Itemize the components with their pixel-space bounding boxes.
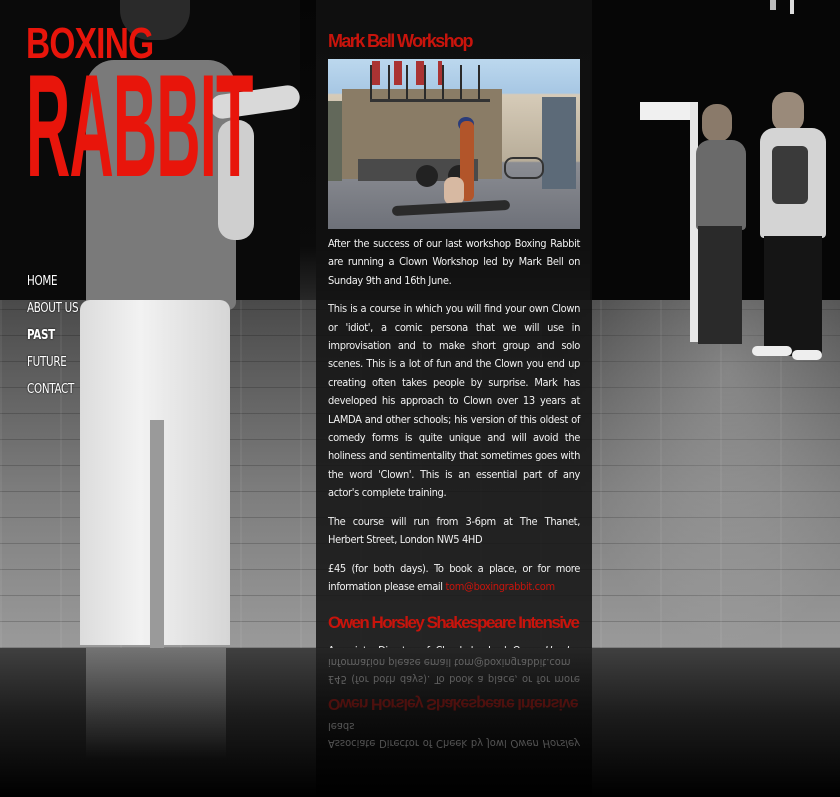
actor-head (772, 92, 804, 132)
email-link[interactable]: tom@boxingrabbit.com (446, 580, 556, 593)
nav-past[interactable]: PAST (27, 322, 78, 349)
reflected-text: £45 (for both days). To book a place, or… (328, 654, 580, 688)
actor-head (702, 104, 732, 142)
photo-bicycle (504, 157, 544, 179)
person-name: Owen Horsley (510, 737, 580, 750)
email-text: tom@boxingrabbit.com (454, 656, 571, 669)
ceiling-light (790, 0, 794, 14)
nav-future[interactable]: FUTURE (27, 349, 78, 376)
photo-dancer (444, 177, 464, 205)
reflected-title: Owen Horsley Shakespeare Intensive (328, 695, 578, 712)
actor-legs (698, 226, 742, 344)
main-nav: HOME ABOUT US PAST FUTURE CONTACT (27, 268, 87, 403)
photo-door (542, 97, 576, 189)
actor-shoe (752, 346, 792, 356)
text-span: leads (328, 720, 355, 733)
nav-home[interactable]: HOME (27, 268, 78, 295)
logo-line2: RABBIT (26, 44, 253, 207)
content-inner: Mark Bell Workshop After the success of … (316, 0, 592, 648)
ceiling-light (770, 0, 776, 10)
photo-tree (328, 101, 342, 181)
actor-torso (696, 140, 746, 230)
photo-wheel (416, 165, 438, 187)
post-paragraph: This is a course in which you will find … (328, 302, 580, 500)
text-span: Associate Director of Cheek by Jowl (328, 737, 507, 750)
workshop-photo (328, 59, 580, 229)
tshirt-print (772, 146, 808, 204)
door-frame (640, 102, 696, 120)
nav-contact[interactable]: CONTACT (27, 376, 78, 403)
nav-about-us[interactable]: ABOUT US (27, 295, 79, 322)
actor-shoe (792, 350, 822, 360)
reflected-text: Associate Director of Cheek by Jowl Owen… (328, 718, 580, 752)
post-paragraph: The course will run from 3-6pm at The Th… (328, 514, 580, 547)
panel-reflection: Associate Director of Cheek by Jowl Owen… (316, 648, 592, 797)
actor-legs-gap (150, 420, 164, 648)
reflection-inner: Associate Director of Cheek by Jowl Owen… (316, 654, 592, 752)
post-title[interactable]: Owen Horsley Shakespeare Intensive (328, 610, 580, 636)
site-logo[interactable]: BOXING RABBIT (26, 22, 256, 212)
post-paragraph: After the success of our last workshop B… (328, 237, 580, 287)
post-title[interactable]: Mark Bell Workshop (328, 30, 580, 52)
post-paragraph: £45 (for both days). To book a place, or… (328, 560, 580, 597)
content-panel: Mark Bell Workshop After the success of … (316, 0, 592, 648)
photo-people (372, 61, 442, 85)
photo-dancer-legs (391, 199, 511, 217)
actor-legs (764, 236, 822, 356)
reflection-legs (86, 648, 226, 758)
